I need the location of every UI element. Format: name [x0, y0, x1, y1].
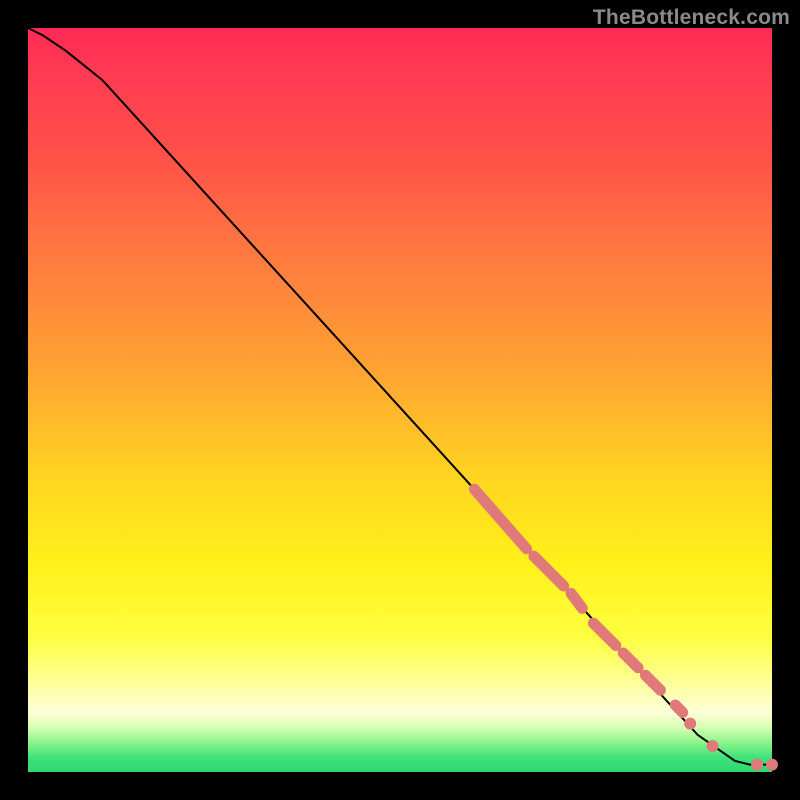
watermark-text: TheBottleneck.com: [593, 6, 790, 30]
highlight-segment: [534, 556, 564, 586]
plot-area: [28, 28, 772, 772]
chart-stage: TheBottleneck.com: [0, 0, 800, 800]
highlight-segment: [474, 489, 526, 549]
plot-svg: [28, 28, 772, 772]
highlight-segment: [646, 675, 661, 690]
highlight-point: [766, 759, 778, 771]
highlight-segment: [571, 593, 582, 608]
highlight-segment: [675, 705, 682, 713]
highlight-point: [707, 740, 719, 752]
highlight-point: [751, 759, 763, 771]
highlight-points: [684, 718, 778, 771]
highlight-point: [684, 718, 696, 730]
highlight-segments: [474, 489, 682, 712]
main-curve: [28, 28, 772, 765]
highlight-segment: [623, 653, 638, 668]
highlight-segment: [593, 623, 615, 645]
